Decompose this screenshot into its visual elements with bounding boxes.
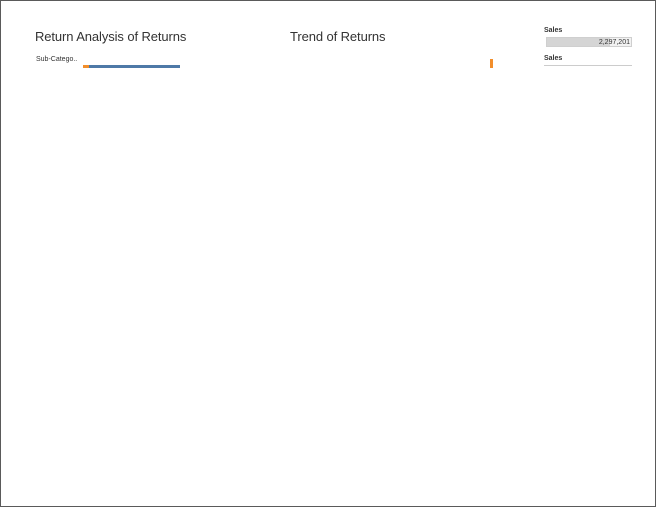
dashboard-canvas: Return Analysis of Returns Trend of Retu… xyxy=(0,0,656,507)
return-analysis-bar-blue[interactable] xyxy=(83,65,180,68)
sales-legend-divider xyxy=(544,65,632,66)
return-analysis-title: Return Analysis of Returns xyxy=(35,29,187,44)
trend-mark-orange[interactable] xyxy=(490,59,493,68)
trend-of-returns-title: Trend of Returns xyxy=(290,29,386,44)
return-analysis-bar-orange[interactable] xyxy=(83,65,89,68)
sales-filter-label: Sales xyxy=(544,27,563,34)
sales-range-filter[interactable]: 2,297,201 xyxy=(546,37,632,47)
sub-category-header[interactable]: Sub-Catego.. xyxy=(36,56,77,63)
sales-filter-value: 2,297,201 xyxy=(598,39,630,46)
sales-legend-label: Sales xyxy=(544,55,563,62)
